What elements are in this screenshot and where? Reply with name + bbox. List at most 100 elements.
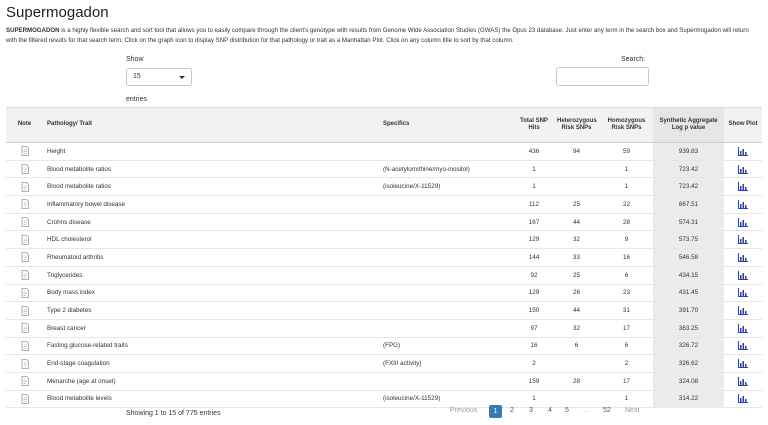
search-input[interactable] [556, 67, 649, 86]
total-snp-cell: 2 [515, 354, 553, 373]
trait-cell: Triglycerides [43, 266, 379, 285]
entries-per-page-select[interactable]: 15 [126, 68, 192, 86]
page-title: Supermogadon [6, 4, 109, 21]
total-snp-cell: 112 [515, 195, 553, 214]
bar-chart-icon[interactable] [724, 372, 762, 391]
table-row: Blood metabolite ratios (isoleucine/X-115… [6, 177, 762, 197]
synthetic-aggregate-cell: 723.42 [653, 177, 724, 197]
bar-chart-icon[interactable] [724, 266, 762, 285]
heterozygous-cell: 44 [553, 213, 600, 232]
pagination-page-1[interactable]: 1 [489, 405, 502, 418]
note-icon[interactable] [6, 177, 43, 197]
note-icon[interactable] [6, 266, 43, 285]
synthetic-aggregate-cell: 667.51 [653, 195, 724, 214]
column-header-show-plot[interactable]: Show Plot [724, 107, 762, 143]
heterozygous-cell: 25 [553, 266, 600, 285]
pagination-page-5[interactable]: 5 [565, 407, 569, 414]
total-snp-cell: 159 [515, 372, 553, 391]
synthetic-aggregate-cell: 314.22 [653, 390, 724, 409]
trait-cell: Height [43, 142, 379, 161]
trait-cell: Body mass index [43, 284, 379, 303]
note-icon[interactable] [6, 160, 43, 179]
column-header-specifics[interactable]: Specifics [379, 107, 515, 143]
table-row: Triglycerides 92 25 6 434.15 [6, 266, 762, 285]
note-icon[interactable] [6, 248, 43, 267]
bar-chart-icon[interactable] [724, 301, 762, 320]
pagination-page-2[interactable]: 2 [510, 407, 514, 414]
total-snp-cell: 1 [515, 160, 553, 179]
homozygous-cell: 2 [600, 354, 653, 373]
table-row: Menarche (age at onset) 159 28 17 324.08 [6, 372, 762, 391]
total-snp-cell: 150 [515, 301, 553, 320]
note-icon[interactable] [6, 284, 43, 303]
synthetic-aggregate-cell: 723.42 [653, 160, 724, 179]
pagination-page-3[interactable]: 3 [529, 407, 533, 414]
note-icon[interactable] [6, 319, 43, 338]
heterozygous-cell: 26 [553, 284, 600, 303]
column-header-trait[interactable]: Pathology/ Trait [43, 107, 379, 143]
total-snp-cell: 129 [515, 284, 553, 303]
homozygous-cell: 59 [600, 142, 653, 161]
heterozygous-cell [553, 177, 600, 197]
bar-chart-icon[interactable] [724, 354, 762, 373]
bar-chart-icon[interactable] [724, 213, 762, 232]
bar-chart-icon[interactable] [724, 248, 762, 267]
bar-chart-icon[interactable] [724, 142, 762, 161]
column-header-synthetic-aggregate[interactable]: Synthetic Aggregate Log p value [653, 107, 724, 143]
total-snp-cell: 97 [515, 319, 553, 338]
bar-chart-icon[interactable] [724, 284, 762, 303]
intro-text: is a highly flexible search and sort too… [6, 27, 749, 44]
note-icon[interactable] [6, 390, 43, 409]
column-header-heterozygous[interactable]: Heterozygous Risk SNPs [553, 107, 600, 143]
bar-chart-icon[interactable] [724, 160, 762, 179]
note-icon[interactable] [6, 301, 43, 320]
total-snp-cell: 1 [515, 177, 553, 197]
note-icon[interactable] [6, 195, 43, 214]
table-row: Body mass index 129 26 23 431.45 [6, 284, 762, 303]
pagination-page-last[interactable]: 52 [603, 407, 611, 414]
bar-chart-icon[interactable] [724, 319, 762, 338]
note-icon[interactable] [6, 230, 43, 250]
homozygous-cell: 6 [600, 266, 653, 285]
pagination-next[interactable]: Next [625, 407, 639, 414]
bar-chart-icon[interactable] [724, 337, 762, 356]
entries-label: entries [126, 96, 148, 103]
synthetic-aggregate-cell: 546.58 [653, 248, 724, 267]
synthetic-aggregate-cell: 939.83 [653, 142, 724, 161]
table-row: End-stage coagulation (FXIII activity) 2 2 3… [6, 354, 762, 373]
note-icon[interactable] [6, 354, 43, 373]
trait-cell: Breast cancer [43, 319, 379, 338]
specifics-cell [379, 230, 515, 250]
trait-cell: Blood metabolite levels [43, 390, 379, 409]
specifics-cell [379, 213, 515, 232]
bar-chart-icon[interactable] [724, 390, 762, 409]
note-icon[interactable] [6, 372, 43, 391]
trait-cell: Inflammatory bowel disease [43, 195, 379, 214]
bar-chart-icon[interactable] [724, 177, 762, 197]
trait-cell: Rheumatoid arthritis [43, 248, 379, 267]
note-icon[interactable] [6, 337, 43, 356]
table-row: Blood metabolite levels (isoleucine/X-115… [6, 390, 762, 409]
column-header-total-snp-hits[interactable]: Total SNP Hits [515, 107, 553, 143]
bar-chart-icon[interactable] [724, 195, 762, 214]
table-row: HDL cholesterol 129 32 9 573.75 [6, 230, 762, 250]
note-icon[interactable] [6, 213, 43, 232]
homozygous-cell: 1 [600, 160, 653, 179]
intro-brand: SUPERMOGADON [6, 27, 60, 34]
specifics-cell [379, 319, 515, 338]
column-header-note[interactable]: Note [6, 107, 43, 143]
homozygous-cell: 23 [600, 284, 653, 303]
pagination-page-4[interactable]: 4 [548, 407, 552, 414]
homozygous-cell: 1 [600, 177, 653, 197]
pagination-previous[interactable]: Previous [450, 407, 477, 414]
intro-paragraph: SUPERMOGADON is a highly flexible search… [6, 26, 756, 46]
homozygous-cell: 28 [600, 213, 653, 232]
note-icon[interactable] [6, 142, 43, 161]
search-label: Search: [621, 56, 646, 63]
trait-cell: Blood metabolite ratios [43, 160, 379, 179]
synthetic-aggregate-cell: 326.72 [653, 337, 724, 356]
table-row: Fasting glucose-related traits (FPG) 16 6 6 3… [6, 337, 762, 356]
column-header-homozygous[interactable]: Homozygous Risk SNPs [600, 107, 653, 143]
heterozygous-cell: 33 [553, 248, 600, 267]
bar-chart-icon[interactable] [724, 230, 762, 250]
